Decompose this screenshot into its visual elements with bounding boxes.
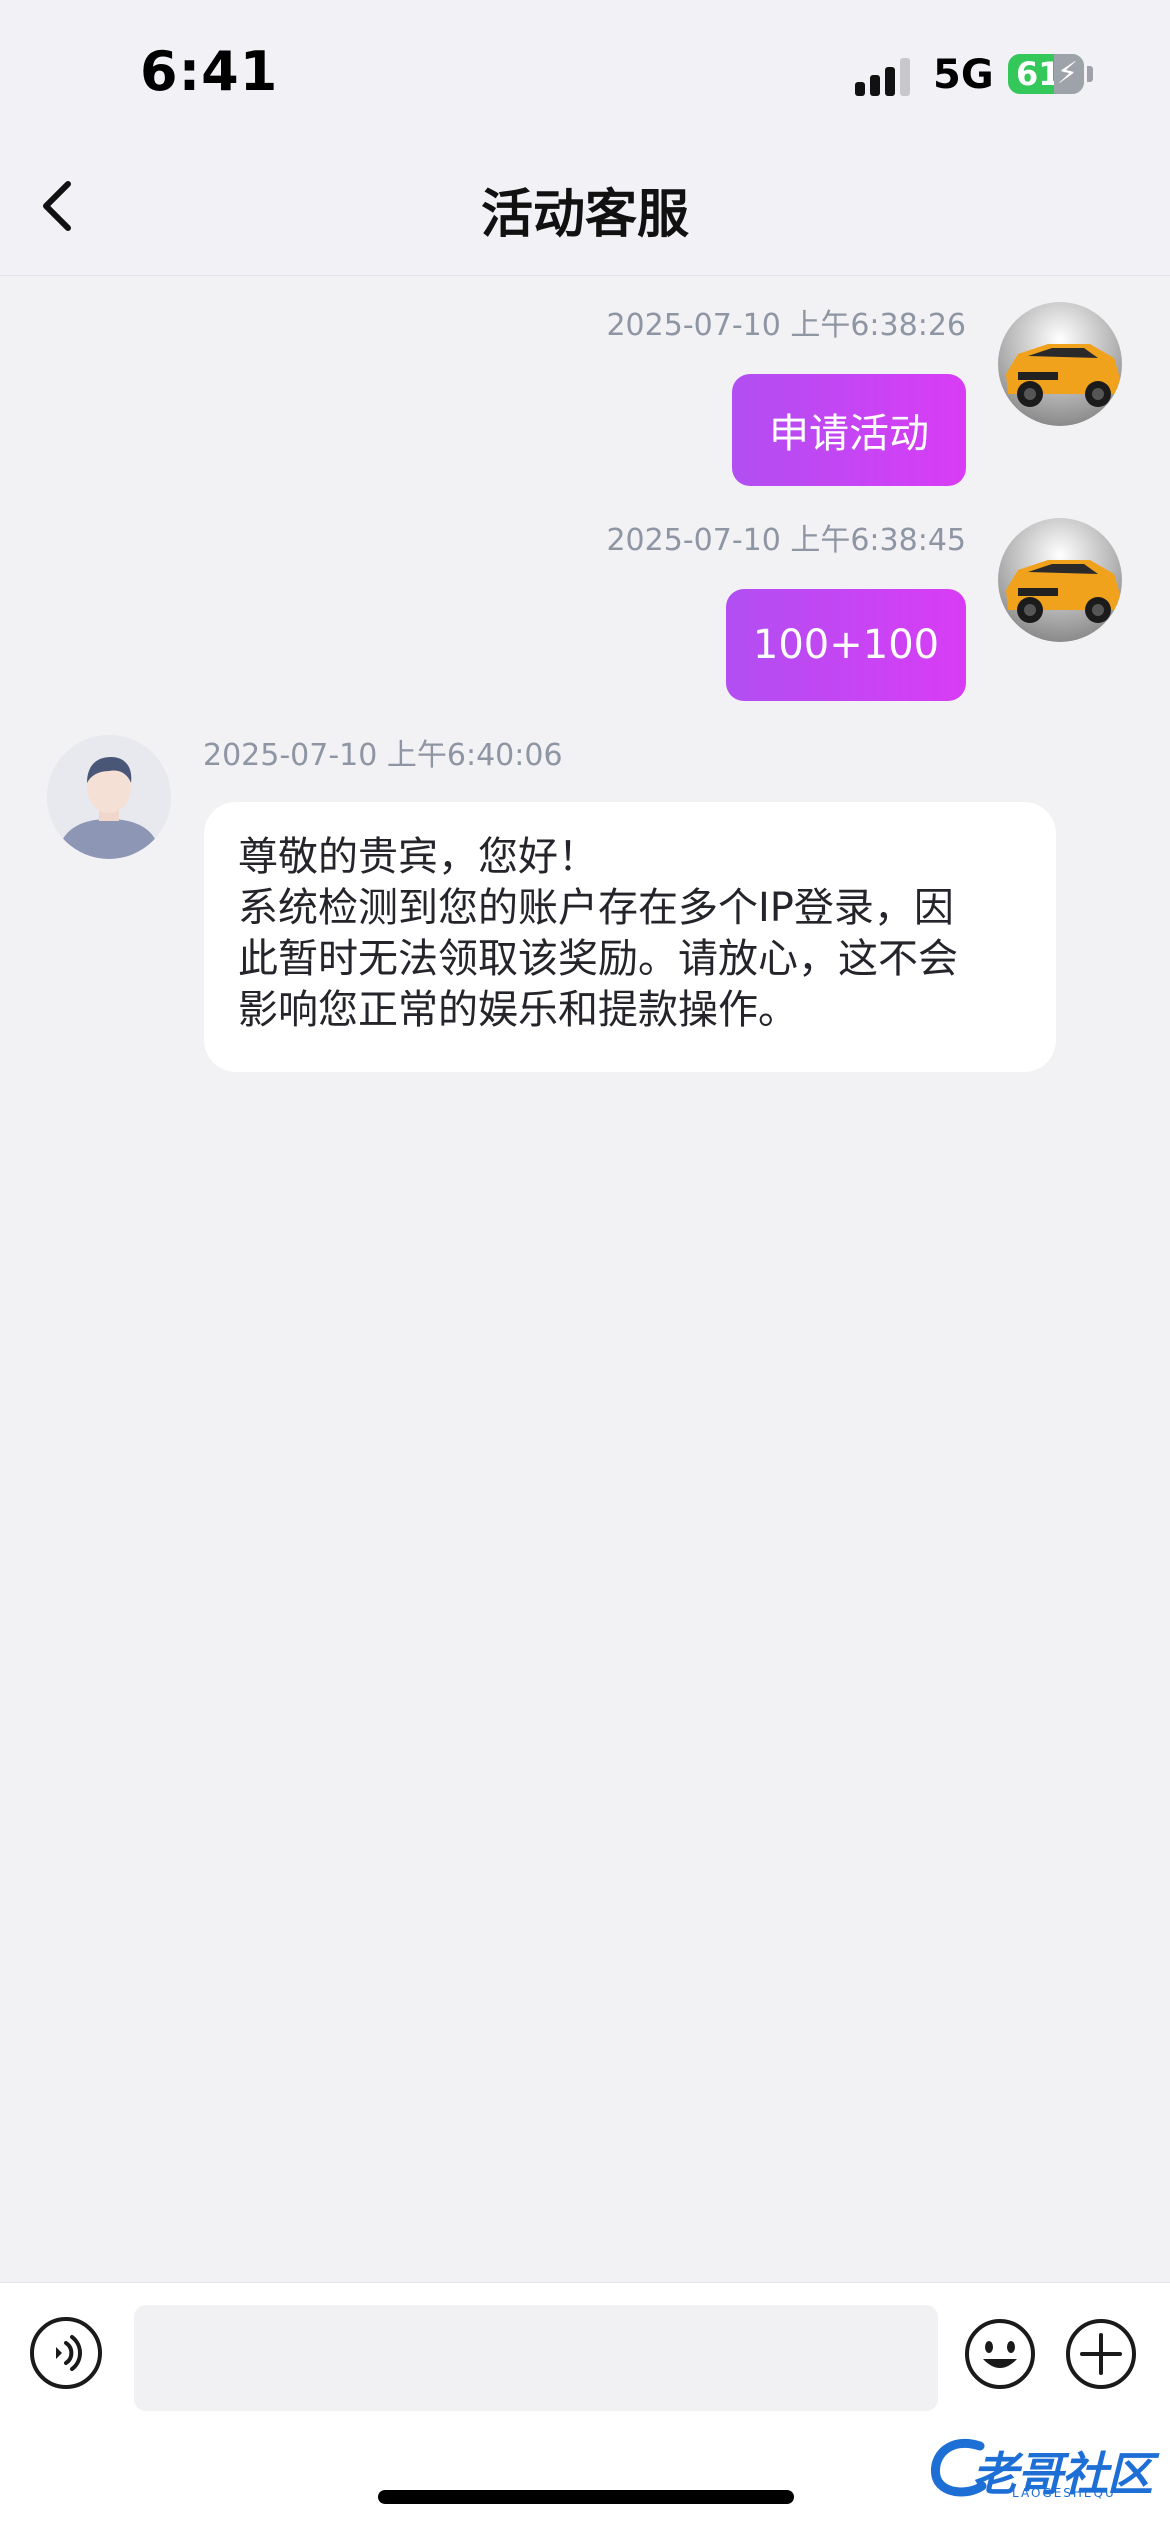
message-timestamp: 2025-07-10 上午6:38:45: [606, 523, 966, 558]
incoming-message-bubble[interactable]: 尊敬的贵宾，您好！ 系统检测到您的账户存在多个IP登录，因 此暂时无法领取该奖励…: [204, 802, 1056, 1072]
message-timestamp: 2025-07-10 上午6:38:26: [606, 308, 966, 343]
message-timestamp: 2025-07-10 上午6:40:06: [203, 738, 563, 773]
charging-bolt-icon: ⚡: [1056, 56, 1078, 91]
person-avatar-icon: [47, 735, 171, 859]
user-avatar[interactable]: [998, 518, 1122, 642]
add-attachment-icon[interactable]: [1064, 2317, 1138, 2391]
watermark-logo: 老哥社区 LAOGESHEQU: [930, 2432, 1160, 2502]
outgoing-message-bubble[interactable]: 申请活动: [732, 374, 966, 486]
message-line: 此暂时无法领取该奖励。请放心，这不会: [238, 936, 958, 982]
voice-icon: [56, 2335, 82, 2371]
message-line: 系统检测到您的账户存在多个IP登录，因: [238, 885, 954, 931]
status-time: 6:41: [140, 40, 279, 103]
outgoing-message-bubble[interactable]: 100+100: [726, 589, 966, 701]
top-bar: 6:41 5G 61 ⚡ 活动客服: [0, 0, 1170, 276]
battery-icon: 61 ⚡: [1008, 54, 1084, 94]
voice-input-button[interactable]: [30, 2317, 102, 2389]
page-title: 活动客服: [480, 185, 689, 245]
network-type: 5G: [933, 52, 994, 98]
message-line: 尊敬的贵宾，您好！: [238, 834, 598, 880]
user-avatar[interactable]: [998, 302, 1122, 426]
car-avatar-icon: [998, 302, 1122, 426]
agent-avatar[interactable]: [47, 735, 171, 859]
message-input[interactable]: [134, 2305, 938, 2411]
car-avatar-icon: [998, 518, 1122, 642]
battery-cap: [1087, 66, 1093, 82]
watermark-subtext: LAOGESHEQU: [1012, 2486, 1116, 2500]
emoji-icon[interactable]: [963, 2317, 1037, 2391]
message-line: 影响您正常的娱乐和提款操作。: [238, 987, 798, 1033]
signal-strength-icon: [855, 58, 915, 96]
home-indicator[interactable]: [378, 2490, 794, 2504]
